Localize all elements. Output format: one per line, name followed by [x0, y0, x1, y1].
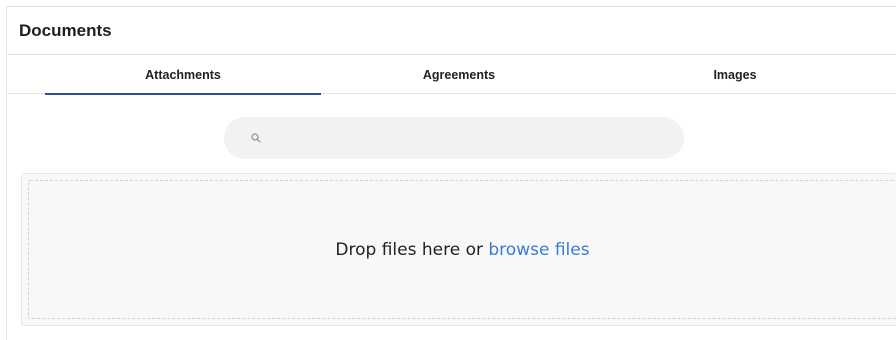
tab-agreements[interactable]: Agreements — [321, 55, 597, 94]
search-input[interactable] — [270, 117, 684, 159]
browse-files-link[interactable]: browse files — [488, 240, 589, 260]
search-icon — [242, 133, 270, 143]
search-bar[interactable] — [224, 117, 684, 159]
documents-panel: Documents Attachments Agreements Images … — [6, 6, 896, 340]
panel-header: Documents — [7, 7, 896, 55]
dropzone-text: Drop files here or browse files — [335, 240, 589, 260]
dropzone-dashed-area[interactable]: Drop files here or browse files — [28, 180, 896, 319]
panel-title: Documents — [19, 20, 112, 40]
file-dropzone[interactable]: Drop files here or browse files — [21, 173, 896, 326]
tab-bar: Attachments Agreements Images — [7, 55, 896, 95]
dropzone-prompt: Drop files here or — [335, 239, 483, 260]
tab-attachments[interactable]: Attachments — [45, 55, 321, 95]
tab-images[interactable]: Images — [597, 55, 873, 94]
